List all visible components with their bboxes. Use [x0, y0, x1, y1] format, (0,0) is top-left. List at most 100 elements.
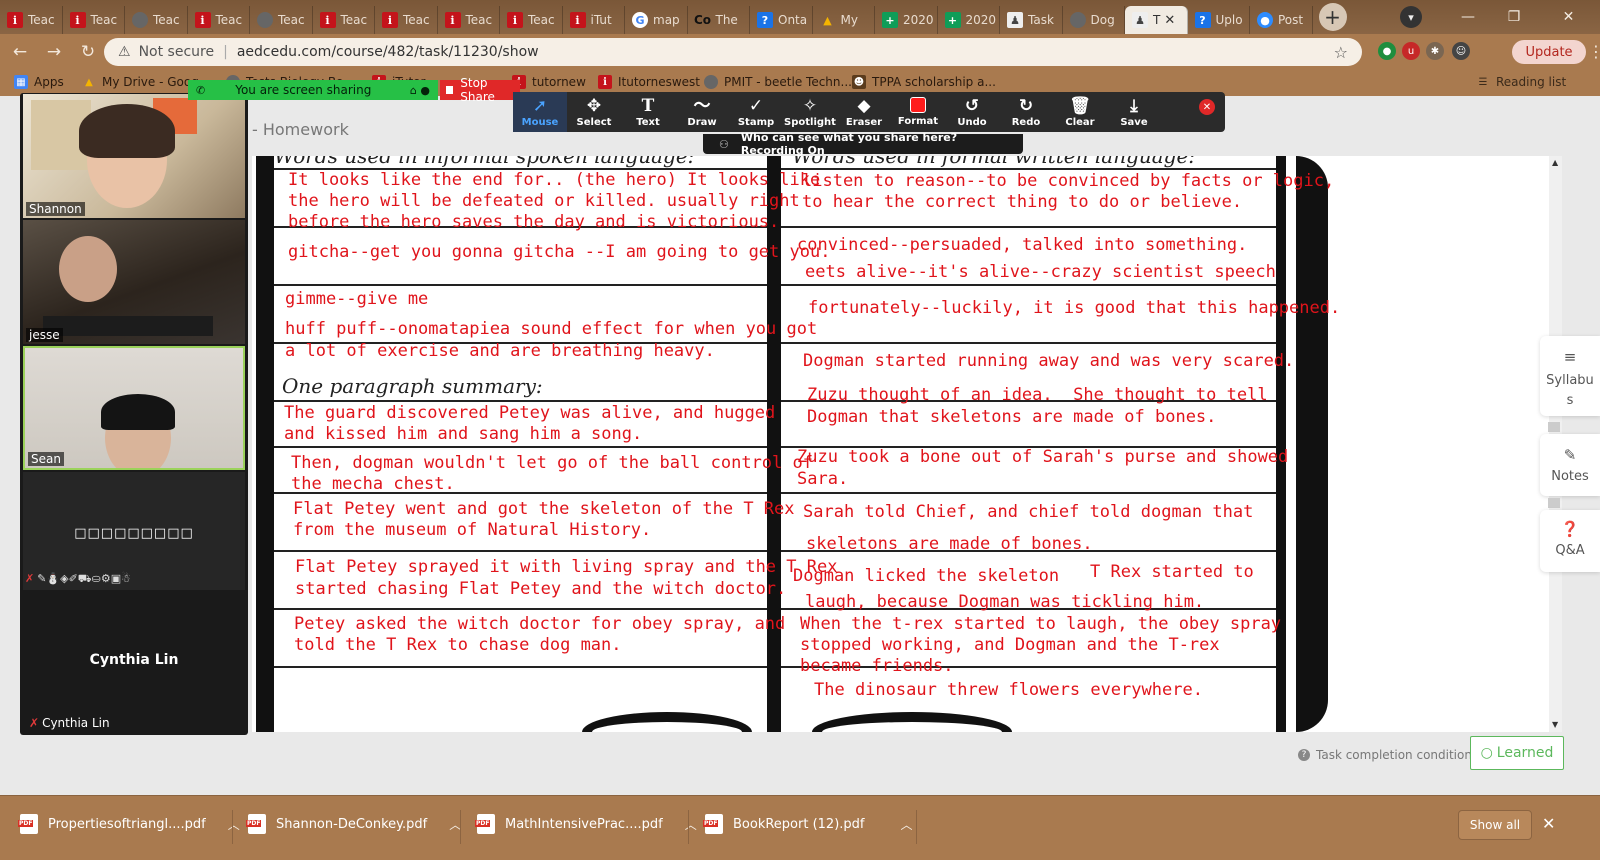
- close-tab-icon[interactable]: ✕: [1164, 13, 1175, 28]
- close-downloads-icon[interactable]: ✕: [1542, 814, 1555, 833]
- globe-favicon-icon: [1069, 12, 1086, 28]
- browser-tab[interactable]: ▲ My: [813, 6, 875, 34]
- tool-text[interactable]: T Text: [621, 92, 675, 132]
- bookmark-star-icon[interactable]: ☆: [1334, 43, 1348, 62]
- browser-tab[interactable]: Teac: [250, 6, 313, 34]
- ublock-icon[interactable]: u: [1402, 42, 1420, 60]
- browser-tab[interactable]: +2020: [938, 6, 1000, 34]
- tab-search-icon[interactable]: ▾: [1400, 6, 1422, 28]
- tool-draw[interactable]: 〜 Draw: [675, 92, 729, 132]
- bookmark-drive[interactable]: ▲ My Drive - Goog: [82, 75, 199, 89]
- browser-tab[interactable]: i Teac: [63, 6, 125, 34]
- update-button[interactable]: Update: [1512, 40, 1586, 64]
- tool-mouse[interactable]: ➚ Mouse: [513, 92, 567, 132]
- reload-icon[interactable]: ↻: [74, 38, 102, 66]
- browser-tab[interactable]: ● Post: [1250, 6, 1313, 34]
- forward-icon[interactable]: →: [40, 38, 68, 66]
- list-icon: ≡: [1563, 348, 1577, 366]
- i-favicon-icon: i: [69, 12, 86, 28]
- bookmark-itutorneswest[interactable]: i Itutorneswest: [598, 75, 700, 89]
- video-tile-cynthia[interactable]: Cynthia Lin ✗ Cynthia Lin: [23, 596, 245, 732]
- avatar[interactable]: ☺: [1452, 42, 1470, 60]
- download-item[interactable]: MathIntensivePrac....pdf ︿: [475, 808, 697, 840]
- browser-tab[interactable]: Dog: [1063, 6, 1125, 34]
- menu-icon[interactable]: ⋮: [1588, 42, 1600, 61]
- screen-sharing-banner[interactable]: ✆ You are screen sharing ⌂ ●: [188, 80, 438, 100]
- bookmark-tppa[interactable]: ☻ TPPA scholarship a...: [852, 75, 996, 89]
- chevron-up-icon[interactable]: ︿: [900, 816, 912, 833]
- annotation-text: Zuzu thought of an idea. She thought to …: [807, 385, 1268, 405]
- browser-tab[interactable]: i Teac: [500, 6, 563, 34]
- close-annotation-icon[interactable]: ✕: [1199, 99, 1215, 115]
- tool-undo[interactable]: ↺ Undo: [945, 92, 999, 132]
- video-tile-unknown[interactable]: □□□□□□□□□ ✗ ✎⛄◈✐⛟⛀⚙▣☃: [23, 472, 245, 590]
- puzzle-icon[interactable]: ✱: [1426, 42, 1444, 60]
- browser-tab[interactable]: i Teac: [438, 6, 500, 34]
- close-window-button[interactable]: ✕: [1537, 0, 1600, 34]
- browser-tab[interactable]: Gmap: [625, 6, 688, 34]
- notes-button[interactable]: ✎ Notes: [1540, 434, 1600, 496]
- sheet-favicon-icon: +: [882, 12, 898, 28]
- video-tile-jesse[interactable]: jesse: [23, 220, 245, 344]
- browser-tab[interactable]: Teac: [125, 6, 188, 34]
- browser-tab[interactable]: +2020: [875, 6, 938, 34]
- rule-line: [274, 550, 767, 552]
- scroll-up-icon[interactable]: ▲: [1552, 158, 1558, 167]
- video-tile-shannon[interactable]: Shannon: [23, 94, 245, 218]
- tool-redo[interactable]: ↻ Redo: [999, 92, 1053, 132]
- task-completion-condition[interactable]: ? Task completion condition: [1298, 748, 1472, 762]
- browser-tab[interactable]: ♟ Task: [1000, 6, 1063, 34]
- tool-spotlight[interactable]: ✧ Spotlight: [783, 92, 837, 132]
- browser-tab[interactable]: ? Onta: [750, 6, 813, 34]
- question-icon: ❓: [1560, 520, 1580, 538]
- heading-summary: One paragraph summary:: [282, 374, 543, 398]
- tab-label: The: [715, 13, 738, 27]
- tool-clear[interactable]: 🗑 Clear: [1053, 92, 1107, 132]
- blue-favicon-icon: ?: [757, 12, 773, 28]
- trash-icon: 🗑: [1069, 95, 1091, 116]
- reading-list-icon: ☰: [1478, 76, 1488, 88]
- download-item[interactable]: Shannon-DeConkey.pdf ︿: [246, 808, 461, 840]
- scroll-down-icon[interactable]: ▼: [1552, 720, 1558, 729]
- browser-tab[interactable]: ♟ T ✕: [1125, 6, 1188, 34]
- browser-tab[interactable]: i Teac: [375, 6, 438, 34]
- address-bar[interactable]: ⚠ Not secure | aedcedu.com/course/482/ta…: [104, 38, 1362, 66]
- tool-select[interactable]: ✥ Select: [567, 92, 621, 132]
- reading-list[interactable]: ☰ Reading list: [1476, 75, 1567, 89]
- syllabus-button[interactable]: ≡ Syllabus: [1540, 336, 1600, 416]
- chevron-up-icon[interactable]: ︿: [228, 816, 240, 833]
- extension-icon[interactable]: ●: [1378, 42, 1396, 60]
- tab-label: Teac: [465, 13, 493, 27]
- tool-eraser[interactable]: ◆ Eraser: [837, 92, 891, 132]
- learned-button[interactable]: ○ Learned: [1470, 736, 1564, 770]
- divider: [1548, 498, 1560, 508]
- divider: [916, 810, 917, 844]
- qa-button[interactable]: ❓ Q&A: [1540, 510, 1600, 572]
- download-item[interactable]: BookReport (12).pdf ︿: [703, 808, 913, 840]
- bookmark-apps[interactable]: ▦ Apps: [14, 75, 64, 89]
- restore-button[interactable]: ❐: [1491, 0, 1537, 34]
- annotation-text: fortunately--luckily, it is good that th…: [808, 298, 1341, 318]
- browser-tab[interactable]: ? Uplo: [1188, 6, 1250, 34]
- tab-label: Teac: [90, 13, 118, 27]
- browser-tab[interactable]: i iTut: [563, 6, 625, 34]
- new-tab-button[interactable]: +: [1318, 3, 1347, 31]
- download-item[interactable]: Propertiesoftriangl....pdf ︿: [18, 808, 240, 840]
- browser-tab[interactable]: Co The: [688, 6, 750, 34]
- tool-stamp[interactable]: ✓ Stamp: [729, 92, 783, 132]
- show-all-button[interactable]: Show all: [1458, 810, 1532, 840]
- back-icon[interactable]: ←: [6, 38, 34, 66]
- who-can-see-banner[interactable]: ⚇ Who can see what you share here? Recor…: [703, 131, 1023, 157]
- tool-save[interactable]: ⤓ Save: [1107, 92, 1161, 132]
- bookmark-pmit[interactable]: PMIT - beetle Techn...: [704, 75, 852, 89]
- annotation-text: Sara.: [797, 469, 849, 489]
- browser-tab[interactable]: i Teac: [0, 6, 63, 34]
- browser-tab[interactable]: i Teac: [313, 6, 375, 34]
- stop-share-button[interactable]: Stop Share: [440, 76, 520, 104]
- bookmark-tutornew[interactable]: i tutornew: [512, 75, 586, 89]
- chevron-up-icon[interactable]: ︿: [685, 816, 697, 833]
- video-tile-sean[interactable]: Sean: [23, 346, 245, 470]
- browser-tab[interactable]: i Teac: [188, 6, 250, 34]
- tool-format[interactable]: Format: [891, 92, 945, 132]
- minimize-button[interactable]: —: [1445, 0, 1491, 34]
